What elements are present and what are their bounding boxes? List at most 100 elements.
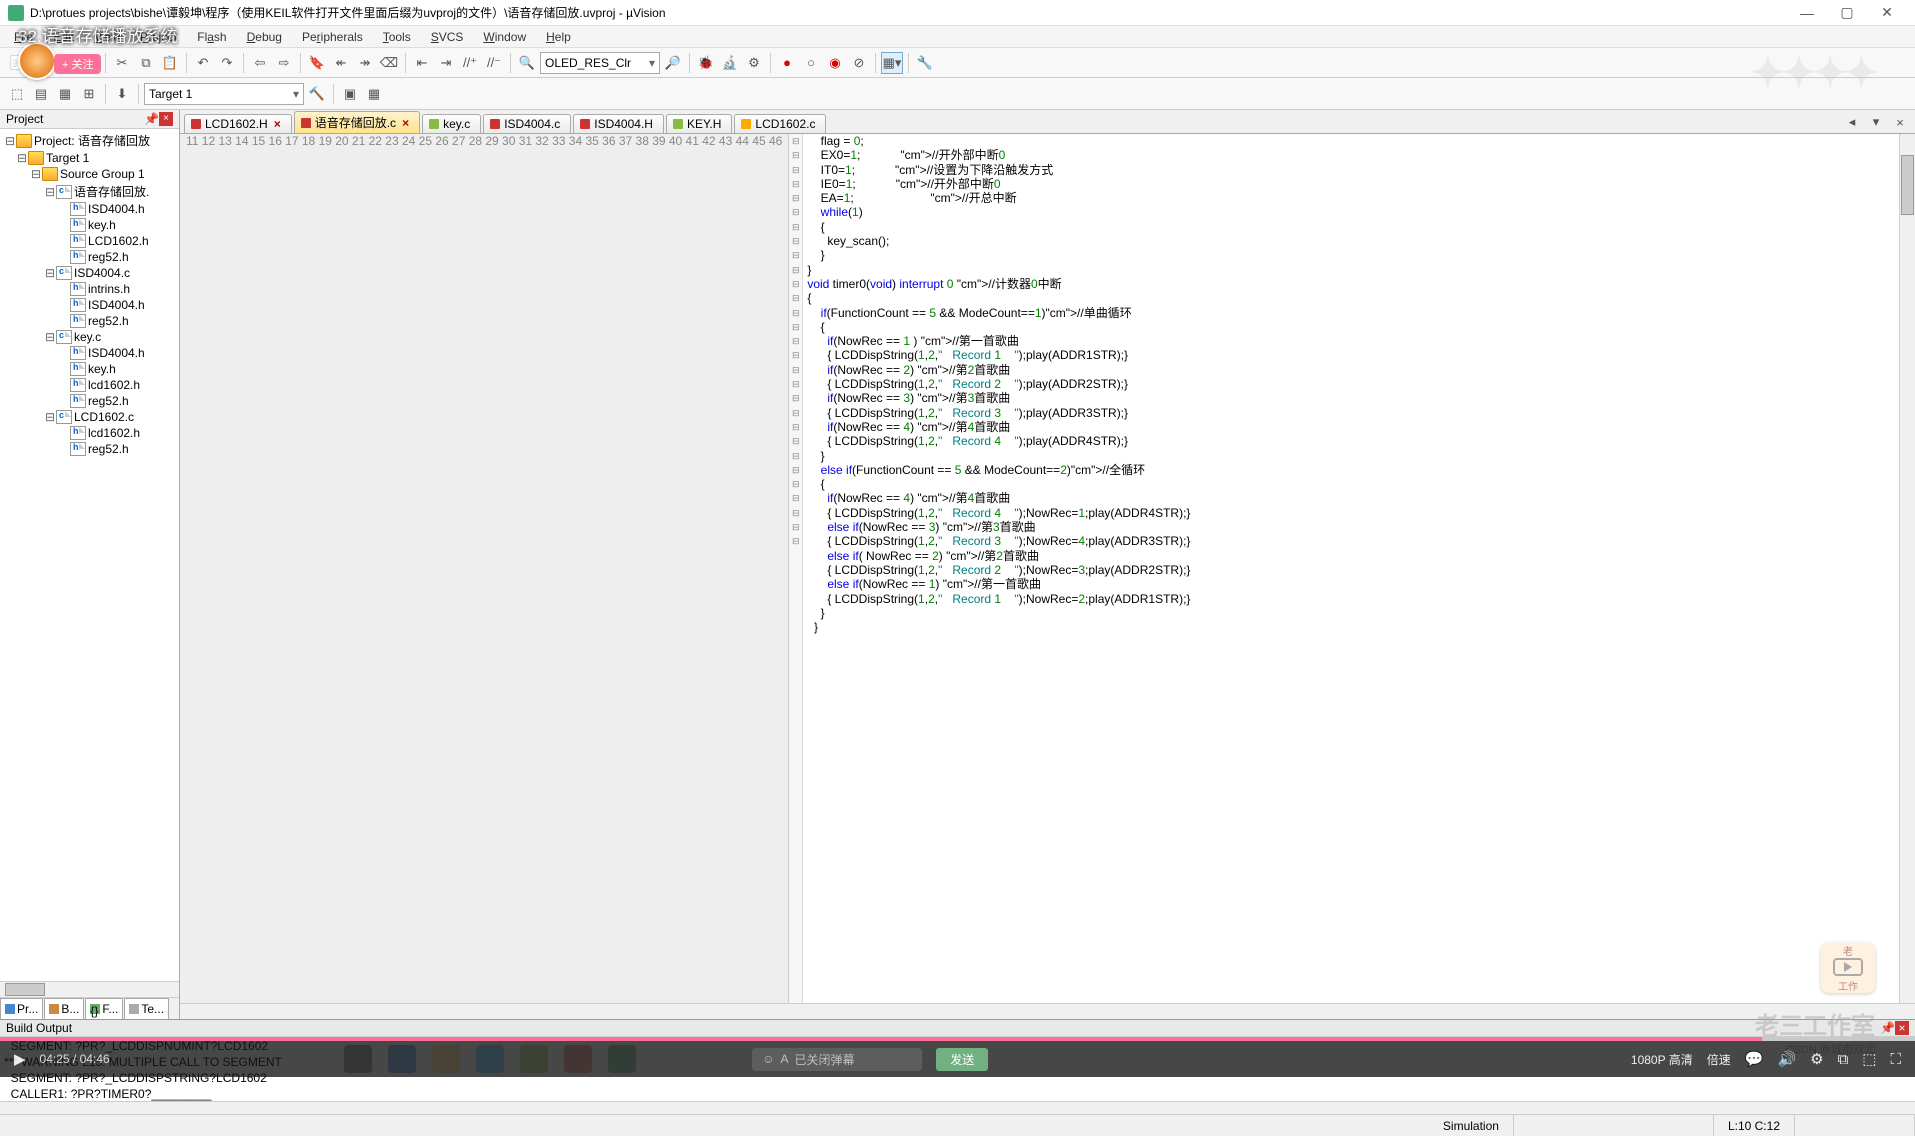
tree-target[interactable]: ⊟Target 1 bbox=[2, 150, 177, 166]
bookmark-prev-icon[interactable]: ↞ bbox=[330, 52, 352, 74]
find-icon[interactable]: 🔍 bbox=[516, 52, 538, 74]
close-button[interactable]: ✕ bbox=[1867, 1, 1907, 25]
menu-help[interactable]: Help bbox=[536, 28, 581, 46]
tree-file-reg52.h[interactable]: reg52.h bbox=[2, 441, 177, 457]
build-icon[interactable]: ▤ bbox=[30, 83, 52, 105]
rebuild-icon[interactable]: ▦ bbox=[54, 83, 76, 105]
tree-file-reg52.h[interactable]: reg52.h bbox=[2, 313, 177, 329]
download-icon[interactable]: ⬇ bbox=[111, 83, 133, 105]
project-tree[interactable]: ⊟Project: 语音存储回放⊟Target 1⊟Source Group 1… bbox=[0, 129, 179, 981]
font-icon[interactable]: A bbox=[781, 1052, 789, 1066]
subtitle-icon[interactable]: 💬 bbox=[1745, 1050, 1764, 1068]
window-layout-icon[interactable]: ▦▾ bbox=[881, 52, 903, 74]
bookmark-clear-icon[interactable]: ⌫ bbox=[378, 52, 400, 74]
undo-icon[interactable]: ↶ bbox=[192, 52, 214, 74]
tree-file-key.c[interactable]: ⊟key.c bbox=[2, 329, 177, 345]
tree-file-ISD4004.c[interactable]: ⊟ISD4004.c bbox=[2, 265, 177, 281]
translate-icon[interactable]: ⬚ bbox=[6, 83, 28, 105]
debug-icon2[interactable]: 🔬 bbox=[719, 52, 741, 74]
stop-icon[interactable]: ○ bbox=[800, 52, 822, 74]
tree-file-reg52.h[interactable]: reg52.h bbox=[2, 393, 177, 409]
ptab-project[interactable]: Pr... bbox=[0, 998, 43, 1019]
options-icon[interactable]: 🔨 bbox=[306, 83, 328, 105]
tree-file-ISD4004.h[interactable]: ISD4004.h bbox=[2, 345, 177, 361]
bookmark-icon[interactable]: 🔖 bbox=[306, 52, 328, 74]
tab-close-icon[interactable]: × bbox=[274, 117, 281, 131]
breakpoint-icon[interactable]: ◉ bbox=[824, 52, 846, 74]
fold-column[interactable]: ⊟ ⊟ ⊟ ⊟ ⊟ ⊟ ⊟ ⊟ ⊟ ⊟ ⊟ ⊟ ⊟ ⊟ ⊟ ⊟ ⊟ ⊟ ⊟ ⊟ … bbox=[789, 134, 803, 1003]
uncomment-icon[interactable]: //⁻ bbox=[483, 52, 505, 74]
bookmark-next-icon[interactable]: ↠ bbox=[354, 52, 376, 74]
manage-icon[interactable]: ▣ bbox=[339, 83, 361, 105]
settings-icon[interactable]: ⚙ bbox=[1810, 1050, 1823, 1068]
menu-svcs[interactable]: SVCS bbox=[421, 28, 474, 46]
play-next-button[interactable]: 老 工作 bbox=[1821, 943, 1875, 993]
minimize-button[interactable]: — bbox=[1787, 1, 1827, 25]
speed-selector[interactable]: 倍速 bbox=[1707, 1051, 1731, 1068]
tree-file-语音存储回放.[interactable]: ⊟语音存储回放. bbox=[2, 182, 177, 201]
tree-file-reg52.h[interactable]: reg52.h bbox=[2, 249, 177, 265]
code-content[interactable]: flag = 0; EX0=1; "cm">//开外部中断0 IT0=1; "c… bbox=[803, 134, 1899, 1003]
tab-KEY.H[interactable]: KEY.H bbox=[666, 114, 732, 133]
indent-right-icon[interactable]: ⇥ bbox=[435, 52, 457, 74]
panel-pin-icon[interactable]: 📌 bbox=[144, 112, 159, 126]
debug-icon1[interactable]: 🐞 bbox=[695, 52, 717, 74]
tab-menu-icon[interactable]: ▾ bbox=[1865, 111, 1887, 133]
tree-file-LCD1602.c[interactable]: ⊟LCD1602.c bbox=[2, 409, 177, 425]
nav-back-icon[interactable]: ⇦ bbox=[249, 52, 271, 74]
ptab-books[interactable]: B... bbox=[44, 998, 84, 1019]
menu-debug[interactable]: Debug bbox=[237, 28, 292, 46]
debug-icon3[interactable]: ⚙ bbox=[743, 52, 765, 74]
configure-icon[interactable]: 🔧 bbox=[914, 52, 936, 74]
find-in-files-icon[interactable]: 🔎 bbox=[662, 52, 684, 74]
tab-close-icon[interactable]: × bbox=[1889, 111, 1911, 133]
paste-icon[interactable]: 📋 bbox=[159, 52, 181, 74]
fullscreen-icon[interactable]: ⛶ bbox=[1890, 1051, 1901, 1068]
tree-file-ISD4004.h[interactable]: ISD4004.h bbox=[2, 297, 177, 313]
tree-file-key.h[interactable]: key.h bbox=[2, 361, 177, 377]
danmu-send-button[interactable]: 发送 bbox=[936, 1048, 988, 1071]
tree-file-LCD1602.h[interactable]: LCD1602.h bbox=[2, 233, 177, 249]
bo-close-icon[interactable]: × bbox=[1895, 1021, 1909, 1035]
tree-file-intrins.h[interactable]: intrins.h bbox=[2, 281, 177, 297]
tab-ISD4004.H[interactable]: ISD4004.H bbox=[573, 114, 664, 133]
emoji-icon[interactable]: ☺ bbox=[762, 1052, 774, 1066]
tab-语音存储回放.c[interactable]: 语音存储回放.c× bbox=[294, 111, 420, 133]
rec-icon[interactable]: ● bbox=[776, 52, 798, 74]
target-combo[interactable]: Target 1 bbox=[144, 83, 304, 105]
danmu-input[interactable]: ☺ A 已关闭弹幕 bbox=[752, 1048, 922, 1071]
pip-icon[interactable]: ⧉ bbox=[1838, 1051, 1849, 1068]
tree-file-lcd1602.h[interactable]: lcd1602.h bbox=[2, 425, 177, 441]
code-editor[interactable]: 11 12 13 14 15 16 17 18 19 20 21 22 23 2… bbox=[180, 134, 1915, 1003]
menu-window[interactable]: Window bbox=[473, 28, 536, 46]
uploader-avatar[interactable] bbox=[18, 42, 56, 80]
editor-hscroll[interactable] bbox=[180, 1003, 1915, 1019]
tab-LCD1602.H[interactable]: LCD1602.H× bbox=[184, 114, 292, 133]
bo-pin-icon[interactable]: 📌 bbox=[1880, 1021, 1895, 1035]
tab-key.c[interactable]: key.c bbox=[422, 114, 481, 133]
disable-bp-icon[interactable]: ⊘ bbox=[848, 52, 870, 74]
symbol-combo[interactable]: OLED_RES_Clr bbox=[540, 52, 660, 74]
tree-file-ISD4004.h[interactable]: ISD4004.h bbox=[2, 201, 177, 217]
menu-flash[interactable]: Flash bbox=[187, 28, 236, 46]
manage2-icon[interactable]: ▦ bbox=[363, 83, 385, 105]
ptab-templates[interactable]: Te... bbox=[124, 998, 169, 1019]
redo-icon[interactable]: ↷ bbox=[216, 52, 238, 74]
tab-ISD4004.c[interactable]: ISD4004.c bbox=[483, 114, 571, 133]
copy-icon[interactable]: ⧉ bbox=[135, 52, 157, 74]
indent-left-icon[interactable]: ⇤ bbox=[411, 52, 433, 74]
panel-close-icon[interactable]: × bbox=[159, 112, 173, 126]
maximize-button[interactable]: ▢ bbox=[1827, 1, 1867, 25]
cut-icon[interactable]: ✂ bbox=[111, 52, 133, 74]
bo-hscroll[interactable] bbox=[0, 1101, 1915, 1114]
tree-group[interactable]: ⊟Source Group 1 bbox=[2, 166, 177, 182]
tree-root[interactable]: ⊟Project: 语音存储回放 bbox=[2, 131, 177, 150]
quality-selector[interactable]: 1080P 高清 bbox=[1631, 1051, 1693, 1068]
play-pause-button[interactable]: ▶ bbox=[14, 1050, 26, 1068]
tree-file-lcd1602.h[interactable]: lcd1602.h bbox=[2, 377, 177, 393]
editor-vscroll[interactable] bbox=[1899, 134, 1915, 1003]
batch-build-icon[interactable]: ⊞ bbox=[78, 83, 100, 105]
tree-file-key.h[interactable]: key.h bbox=[2, 217, 177, 233]
wide-icon[interactable]: ⬚ bbox=[1862, 1050, 1876, 1068]
menu-peripherals[interactable]: Peripherals bbox=[292, 28, 373, 46]
